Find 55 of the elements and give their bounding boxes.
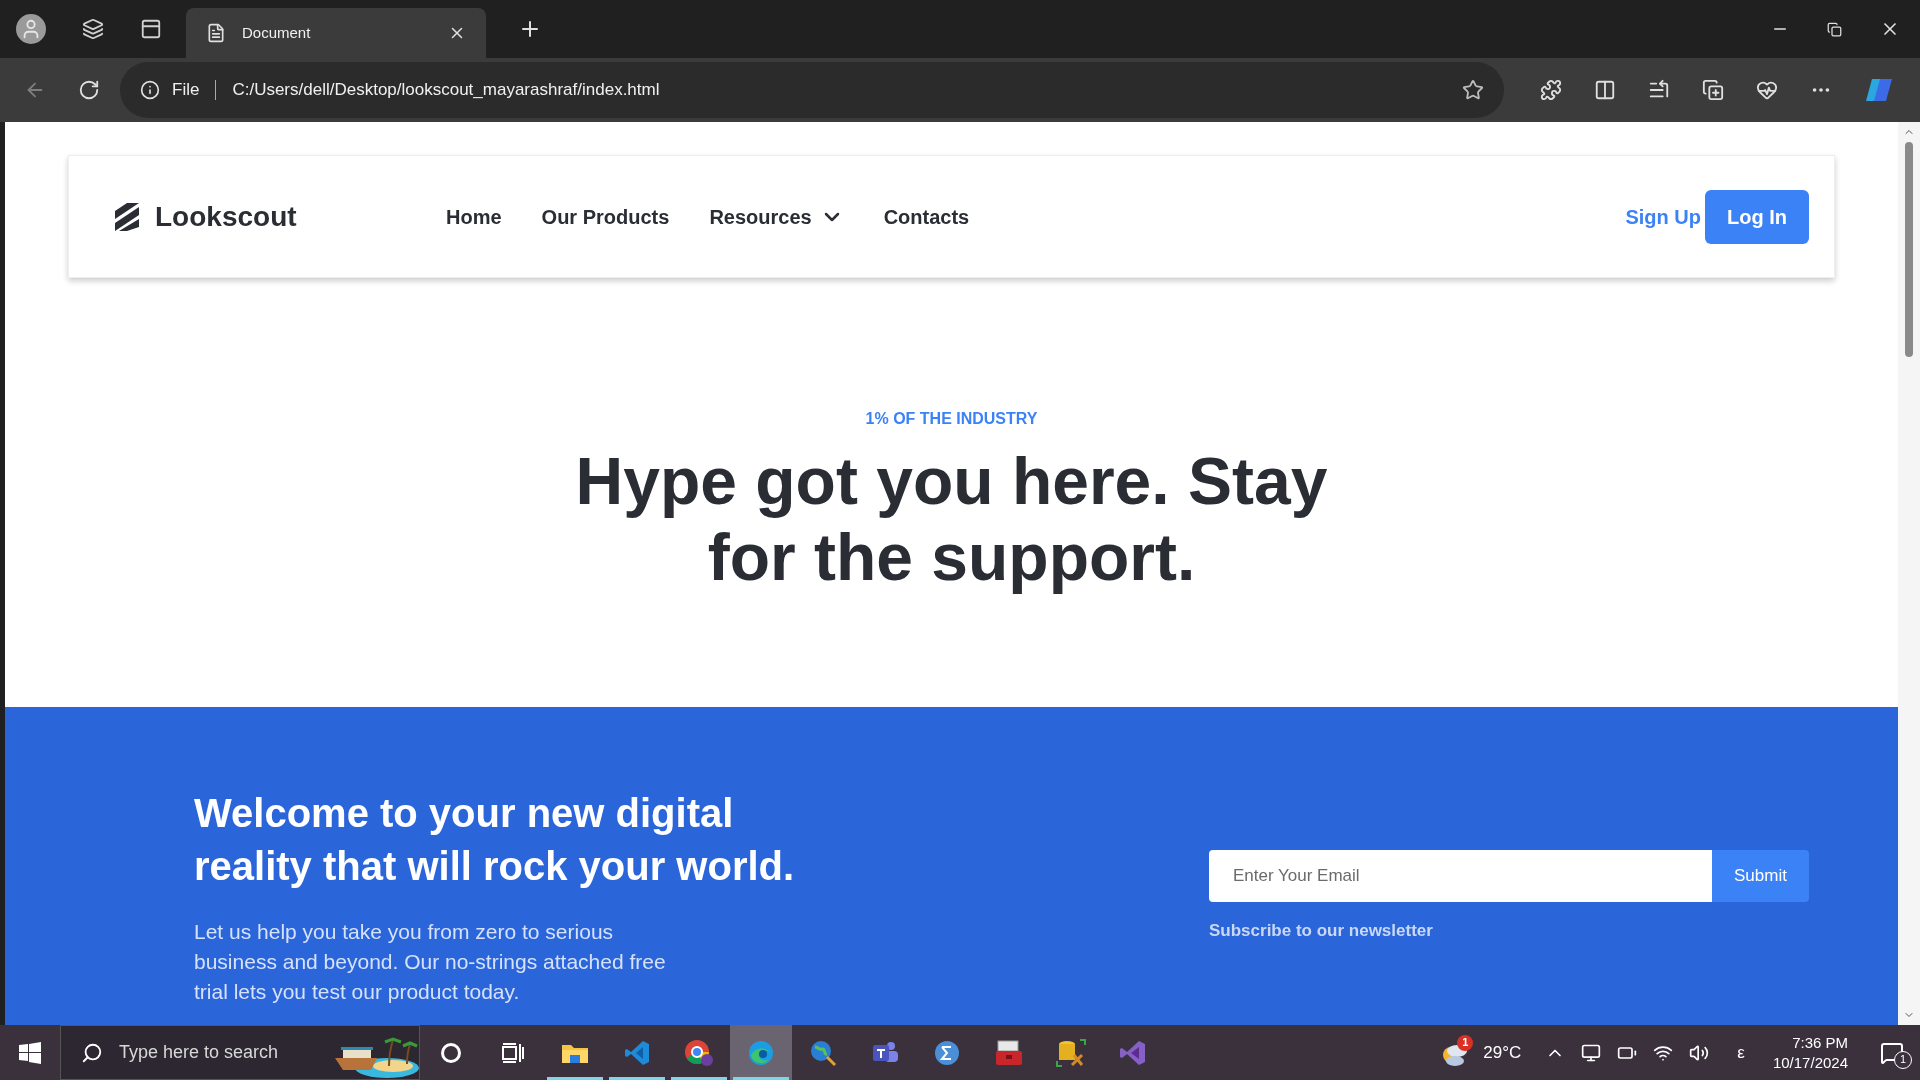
health-icon[interactable] bbox=[1756, 79, 1778, 101]
language-indicator[interactable]: ε bbox=[1725, 1039, 1757, 1066]
section-heading: Welcome to your new digital reality that will rock your world. bbox=[194, 790, 796, 890]
profile-icon[interactable] bbox=[16, 14, 46, 44]
url-text: C:/Users/dell/Desktop/lookscout_mayarashraf/index.html bbox=[232, 79, 661, 102]
extensions-icon[interactable] bbox=[1540, 79, 1562, 101]
notifications-icon[interactable] bbox=[1880, 1040, 1904, 1065]
toolbox-icon bbox=[994, 1038, 1024, 1067]
workspaces-icon[interactable] bbox=[82, 18, 104, 40]
globe-icon bbox=[809, 1038, 837, 1067]
scrollbar-thumb[interactable] bbox=[1905, 142, 1913, 357]
tab-actions-icon[interactable] bbox=[140, 18, 162, 40]
scrollbar[interactable] bbox=[1898, 122, 1920, 1025]
restore-icon[interactable] bbox=[1827, 21, 1842, 37]
assistant-icon[interactable] bbox=[1864, 77, 1894, 103]
collections-icon[interactable] bbox=[1702, 79, 1724, 101]
nav-link[interactable]: Our Products bbox=[541, 201, 670, 232]
browser-icon bbox=[684, 1038, 714, 1067]
email-input[interactable]: Enter Your Email bbox=[1209, 850, 1712, 902]
temperature-text[interactable]: 29°C bbox=[1483, 1039, 1522, 1066]
nav-link[interactable]: Home bbox=[446, 201, 502, 232]
sigma-icon bbox=[933, 1038, 961, 1067]
section-text: Let us help you take you from zero to serious business and beyond. Our no-strings attached free trial lets you test our product today. bbox=[194, 919, 667, 1005]
log-in-button[interactable]: Log In bbox=[1705, 189, 1809, 244]
nav-link[interactable]: Contacts bbox=[883, 201, 970, 232]
eyebrow-text: 1% OF THE INDUSTRY bbox=[865, 409, 1038, 429]
hero-heading: Hype got you here. Stay for the support. bbox=[575, 443, 1328, 595]
info-icon[interactable] bbox=[140, 80, 160, 100]
monitor-icon[interactable] bbox=[1581, 1042, 1602, 1063]
sign-up-link[interactable]: Sign Up bbox=[1625, 201, 1701, 232]
page-icon bbox=[206, 23, 226, 43]
favorite-icon[interactable] bbox=[1462, 79, 1484, 101]
windows-start-icon[interactable] bbox=[19, 1041, 41, 1064]
search-box[interactable]: Type here to search bbox=[60, 1025, 420, 1080]
weather-badge: 1 bbox=[1457, 1034, 1474, 1051]
clock[interactable]: 7:36 PM 10/17/2024 bbox=[1772, 1032, 1848, 1073]
tab-title: Document bbox=[242, 22, 312, 43]
notification-badge: 1 bbox=[1894, 1050, 1912, 1069]
search-placeholder: Type here to search bbox=[119, 1041, 280, 1064]
address-bar[interactable]: File C:/Users/dell/Desktop/lookscout_mayarashraf/index.html bbox=[120, 62, 1504, 118]
code-editor-icon bbox=[624, 1039, 650, 1066]
browser-icon bbox=[747, 1038, 775, 1067]
search-icon bbox=[81, 1041, 103, 1064]
newsletter-note: Subscribe to our newsletter bbox=[1209, 920, 1434, 942]
split-screen-icon[interactable] bbox=[1594, 79, 1616, 101]
submit-button[interactable]: Submit bbox=[1712, 850, 1809, 902]
logo-text: Lookscout bbox=[155, 199, 297, 234]
studio-icon bbox=[1119, 1038, 1147, 1067]
volume-icon[interactable] bbox=[1689, 1042, 1710, 1063]
nav-link[interactable]: Resources bbox=[709, 201, 844, 232]
scheme-label: File bbox=[172, 79, 200, 102]
reload-icon[interactable] bbox=[78, 79, 100, 101]
task-view-icon[interactable] bbox=[502, 1042, 524, 1063]
browser-tab[interactable]: Document bbox=[186, 8, 486, 58]
database-icon bbox=[1056, 1038, 1086, 1067]
